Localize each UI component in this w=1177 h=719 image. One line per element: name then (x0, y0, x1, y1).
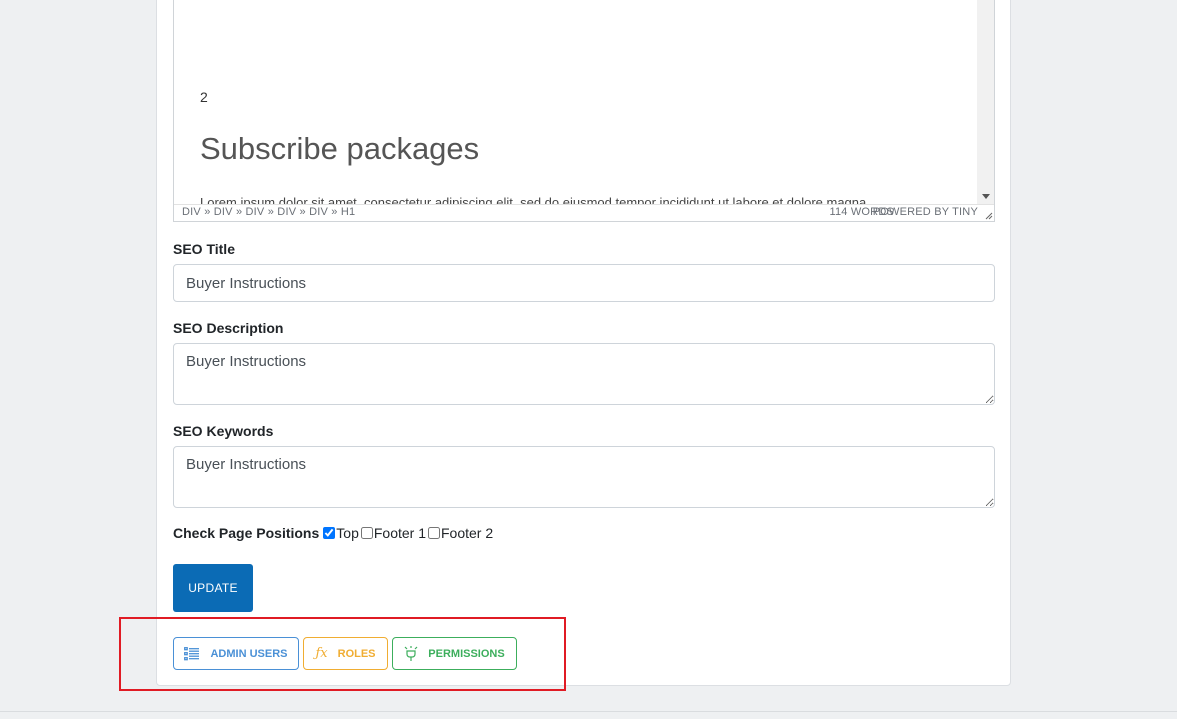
footer2-label[interactable]: Footer 2 (441, 525, 493, 541)
element-path[interactable]: DIV » DIV » DIV » DIV » DIV » H1 (182, 206, 355, 218)
footer-divider (0, 711, 1177, 712)
editor-heading: Subscribe packages (200, 131, 480, 166)
editor-number: 2 (200, 89, 208, 105)
highlight-box (119, 617, 566, 691)
footer1-label[interactable]: Footer 1 (374, 525, 426, 541)
resize-handle-icon[interactable] (984, 211, 993, 220)
top-checkbox[interactable] (323, 527, 336, 539)
seo-description-textarea[interactable]: Buyer Instructions (173, 343, 995, 405)
scroll-down-icon[interactable] (982, 194, 990, 199)
page-positions: Check Page Positions Top Footer 1 Footer… (173, 525, 493, 541)
seo-keywords-label: SEO Keywords (173, 423, 274, 439)
seo-keywords-textarea[interactable]: Buyer Instructions (173, 446, 995, 508)
seo-description-label: SEO Description (173, 320, 284, 336)
footer1-checkbox[interactable] (360, 527, 373, 539)
editor-statusbar: DIV » DIV » DIV » DIV » DIV » H1 114 WOR… (174, 204, 994, 221)
positions-label: Check Page Positions (173, 525, 320, 541)
seo-title-input[interactable] (173, 264, 995, 302)
editor-content[interactable]: 2 Subscribe packages Lorem ipsum dolor s… (174, 0, 976, 205)
update-button[interactable]: UPDATE (173, 564, 253, 612)
powered-by-link[interactable]: POWERED BY TINY (873, 206, 978, 218)
seo-title-label: SEO Title (173, 241, 235, 257)
top-label[interactable]: Top (336, 525, 359, 541)
footer2-checkbox[interactable] (428, 527, 440, 539)
editor-scrollbar[interactable] (977, 0, 994, 205)
rich-text-editor[interactable]: 2 Subscribe packages Lorem ipsum dolor s… (173, 0, 995, 222)
